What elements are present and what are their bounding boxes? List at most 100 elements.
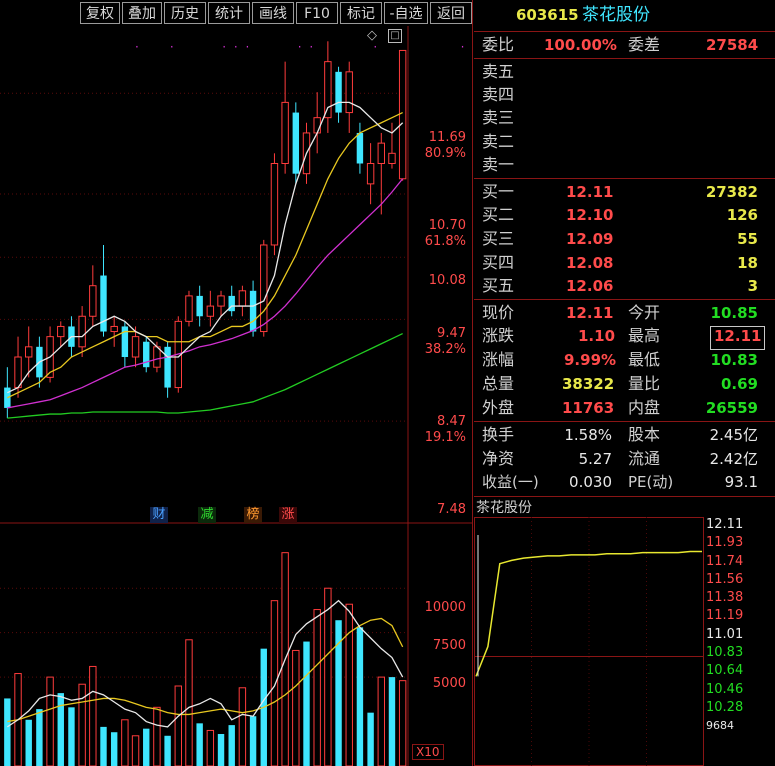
sell1-label: 卖一: [482, 155, 515, 174]
intraday-title: 茶花股份: [476, 500, 532, 516]
sell2-label: 卖二: [482, 132, 515, 151]
intraday-tick: 11.01: [706, 626, 744, 642]
volume-bar: [36, 709, 43, 766]
f10-button[interactable]: F10: [296, 2, 338, 24]
webi-label: 委比: [482, 35, 515, 54]
divider: [474, 496, 775, 497]
back-button[interactable]: 返回: [430, 2, 472, 24]
buy1-volume: 27382: [705, 183, 758, 201]
candle-body: [153, 346, 161, 368]
net-asset-value: 5.27: [578, 450, 612, 468]
current-price-label: 现价: [482, 303, 515, 322]
volume-bar: [68, 707, 75, 766]
ma20-line: [7, 178, 404, 409]
open-label: 今开: [628, 303, 661, 322]
kline-chart[interactable]: [0, 26, 472, 766]
volume-unit-label: X10: [412, 744, 444, 760]
volume-axis-label: 5000: [432, 676, 466, 691]
candlestick-series: [4, 41, 407, 419]
volume-bar: [4, 698, 11, 766]
candle-body: [313, 117, 321, 134]
divider: [474, 299, 775, 300]
pct-axis-label: 80.9%: [424, 146, 466, 161]
divider: [474, 58, 775, 59]
fuquan-button[interactable]: 复权: [80, 2, 120, 24]
volume-bar: [25, 719, 32, 766]
candle-body: [206, 305, 215, 317]
intraday-chart[interactable]: [474, 517, 704, 766]
volume-bar: [89, 665, 97, 766]
candle-body: [238, 290, 247, 307]
buy2-price: 12.10: [566, 206, 614, 224]
net-asset-label: 净资: [482, 449, 515, 468]
candle-body: [324, 61, 332, 119]
price-axis-label: 7.48: [437, 502, 466, 517]
pct-axis-label: 61.8%: [424, 234, 466, 249]
candle-body: [110, 325, 118, 333]
candle-body: [377, 142, 385, 164]
volume-bar: [335, 620, 342, 766]
mark-button[interactable]: 标记: [340, 2, 382, 24]
share-capital-label: 股本: [628, 425, 661, 444]
divider: [474, 178, 775, 179]
volume-bar: [174, 685, 182, 766]
candle-body: [260, 244, 268, 333]
volume-axis-label: 7500: [432, 638, 466, 653]
candle-body: [249, 290, 257, 332]
buy3-volume: 55: [737, 230, 758, 248]
volume-ratio-value: 0.69: [720, 375, 758, 393]
volume-bar: [238, 687, 247, 766]
float-value: 2.42亿: [709, 450, 758, 468]
candle-body: [78, 315, 86, 348]
candle-body: [14, 356, 22, 389]
finance-badge[interactable]: 财: [150, 507, 168, 523]
volume-bar: [143, 728, 150, 766]
stock-code: 603615: [516, 6, 579, 24]
sell3-label: 卖三: [482, 108, 515, 127]
volume-bar: [249, 716, 257, 766]
turnover-label: 换手: [482, 425, 515, 444]
low-label: 最低: [628, 350, 661, 369]
window-toggle-icon[interactable]: □: [388, 29, 402, 43]
reduce-badge[interactable]: 减: [198, 507, 216, 523]
draw-line-button[interactable]: 画线: [252, 2, 294, 24]
volume-bar: [46, 676, 54, 766]
overlay-button[interactable]: 叠加: [122, 2, 162, 24]
volume-bar: [377, 676, 385, 766]
turnover-value: 1.58%: [564, 426, 612, 444]
intraday-tick: 10.64: [706, 663, 744, 679]
volume-bar: [153, 706, 161, 766]
volume-bar: [228, 725, 235, 766]
change-value: 1.10: [578, 327, 616, 345]
volume-ma-lines: [6, 599, 404, 728]
buy2-label: 买二: [482, 205, 515, 224]
volume-ma10-line: [7, 617, 404, 723]
volume-bar: [57, 693, 64, 766]
volume-bar: [121, 719, 129, 766]
volume-bar: [345, 603, 353, 766]
buy4-label: 买四: [482, 253, 515, 272]
volume-bar: [313, 609, 321, 766]
volume-bar: [100, 726, 107, 766]
limit-up-badge[interactable]: 涨: [279, 507, 297, 523]
remove-watchlist-button[interactable]: -自选: [384, 2, 428, 24]
float-label: 流通: [628, 449, 661, 468]
inner-label: 内盘: [628, 398, 661, 417]
high-value: 12.11: [710, 326, 766, 350]
intraday-tick: 12.11: [706, 517, 744, 532]
buy3-price: 12.09: [566, 230, 614, 248]
diamond-icon[interactable]: ◇: [367, 28, 377, 43]
volume-bar: [206, 729, 215, 766]
candle-body: [345, 71, 353, 114]
candle-body: [217, 295, 225, 307]
ranking-badge[interactable]: 榜: [244, 507, 262, 523]
intraday-tick: 10.46: [706, 681, 744, 697]
volume-bar: [217, 734, 225, 766]
statistics-button[interactable]: 统计: [208, 2, 250, 24]
price-axis-label: 9.47: [437, 326, 466, 341]
buy3-label: 买三: [482, 229, 515, 248]
candle-body: [388, 152, 396, 164]
intraday-tick: 10.28: [706, 699, 744, 715]
pe-label: PE(动): [628, 473, 674, 491]
history-button[interactable]: 历史: [164, 2, 206, 24]
